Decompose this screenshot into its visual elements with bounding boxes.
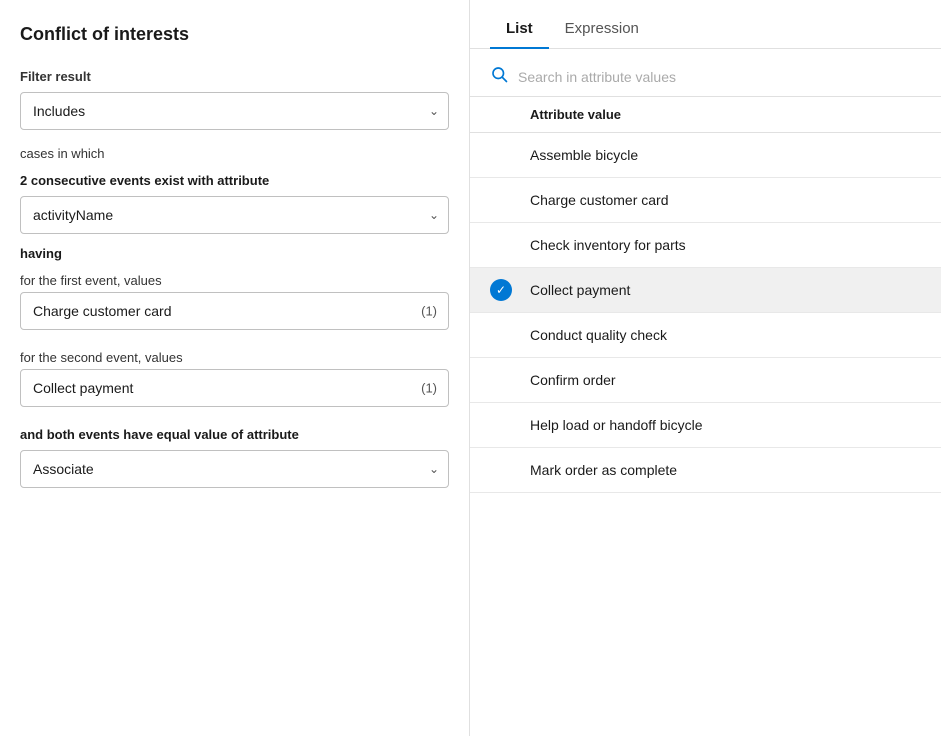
cases-in-which-label: cases in which <box>20 146 449 161</box>
second-event-section: for the second event, values (1) <box>20 350 449 407</box>
search-section <box>470 49 941 97</box>
attr-item-label: Mark order as complete <box>530 462 677 478</box>
attr-item-label: Help load or handoff bicycle <box>530 417 703 433</box>
left-panel: Conflict of interests Filter result Incl… <box>0 0 470 736</box>
equal-value-section: and both events have equal value of attr… <box>20 427 449 488</box>
attribute-header: Attribute value <box>470 97 941 133</box>
tab-expression[interactable]: Expression <box>549 8 655 49</box>
list-item[interactable]: ✓ Help load or handoff bicycle <box>470 403 941 448</box>
tabs-bar: List Expression <box>470 8 941 49</box>
search-icon <box>490 65 508 88</box>
filter-result-label: Filter result <box>20 69 449 84</box>
consecutive-events-text: 2 consecutive events exist with attribut… <box>20 173 449 188</box>
includes-select-wrapper: Includes Excludes ⌄ <box>20 92 449 130</box>
list-item[interactable]: ✓ Check inventory for parts <box>470 223 941 268</box>
attr-item-label: Check inventory for parts <box>530 237 686 253</box>
first-event-badge: (1) <box>421 304 437 319</box>
list-item[interactable]: ✓ Assemble bicycle <box>470 133 941 178</box>
having-label: having <box>20 246 449 261</box>
attr-item-label: Conduct quality check <box>530 327 667 343</box>
first-event-input[interactable] <box>20 292 449 330</box>
right-panel: List Expression Attribute value ✓ Assemb… <box>470 0 941 736</box>
attribute-select-wrapper: activityName resource timestamp ⌄ <box>20 196 449 234</box>
second-event-input[interactable] <box>20 369 449 407</box>
attribute-select[interactable]: activityName resource timestamp <box>20 196 449 234</box>
list-item[interactable]: ✓ Conduct quality check <box>470 313 941 358</box>
list-item[interactable]: ✓ Charge customer card <box>470 178 941 223</box>
list-item[interactable]: ✓ Collect payment <box>470 268 941 313</box>
page-title: Conflict of interests <box>20 24 449 45</box>
search-input[interactable] <box>518 69 921 85</box>
list-item[interactable]: ✓ Mark order as complete <box>470 448 941 493</box>
second-event-badge: (1) <box>421 381 437 396</box>
associate-select[interactable]: Associate resource timestamp <box>20 450 449 488</box>
associate-select-wrapper: Associate resource timestamp ⌄ <box>20 450 449 488</box>
attr-item-label: Confirm order <box>530 372 616 388</box>
list-item[interactable]: ✓ Confirm order <box>470 358 941 403</box>
filter-result-select[interactable]: Includes Excludes <box>20 92 449 130</box>
check-icon: ✓ <box>490 279 512 301</box>
first-event-section: for the first event, values (1) <box>20 273 449 330</box>
attr-item-label: Charge customer card <box>530 192 669 208</box>
attr-item-label: Assemble bicycle <box>530 147 638 163</box>
second-event-label: for the second event, values <box>20 350 449 365</box>
consecutive-events-section: 2 consecutive events exist with attribut… <box>20 173 449 234</box>
attr-item-label: Collect payment <box>530 282 630 298</box>
filter-result-section: Filter result Includes Excludes ⌄ <box>20 69 449 130</box>
attribute-list: ✓ Assemble bicycle ✓ Charge customer car… <box>470 133 941 736</box>
equal-value-text: and both events have equal value of attr… <box>20 427 449 442</box>
first-event-field-wrapper: (1) <box>20 292 449 330</box>
second-event-field-wrapper: (1) <box>20 369 449 407</box>
first-event-label: for the first event, values <box>20 273 449 288</box>
tab-list[interactable]: List <box>490 8 549 49</box>
